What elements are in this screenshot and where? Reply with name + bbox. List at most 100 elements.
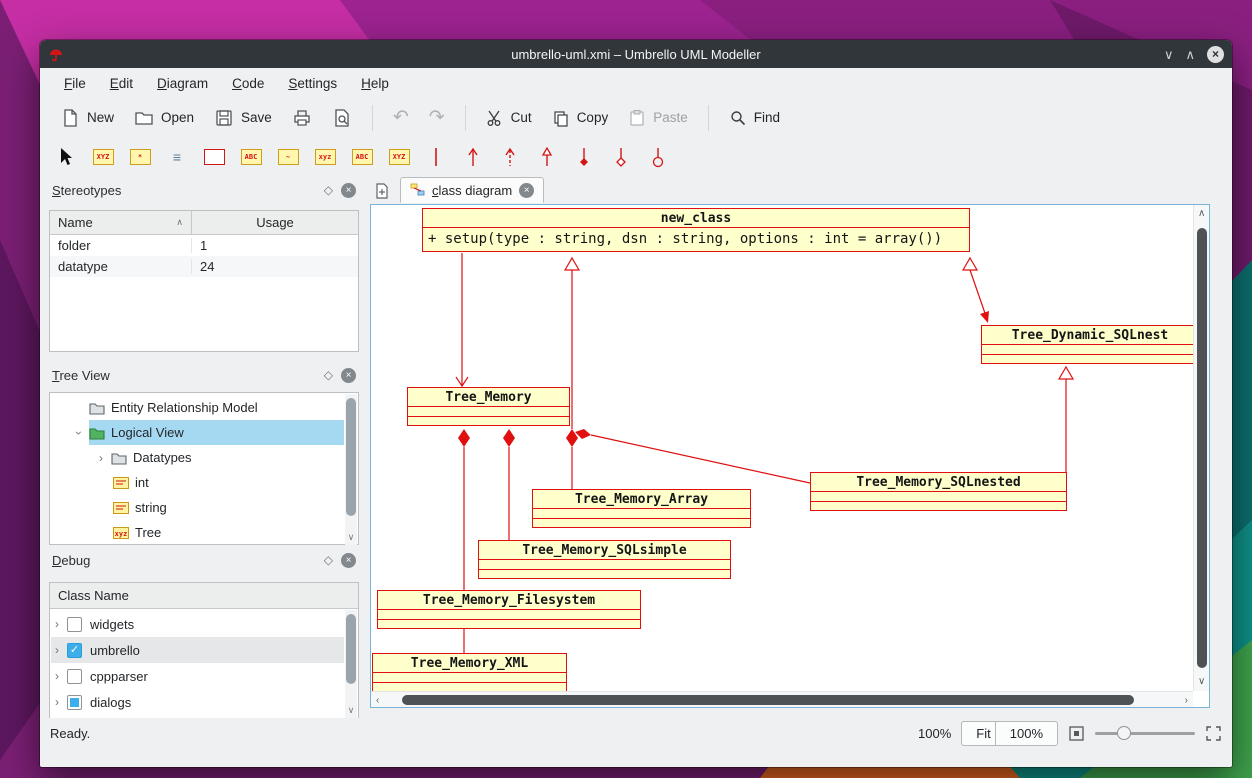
scrollbar-thumb[interactable] (402, 695, 1134, 705)
containment-tool[interactable] (646, 145, 670, 169)
table-row[interactable]: datatype 24 (50, 256, 358, 277)
cut-button[interactable]: Cut (478, 104, 540, 132)
uml-class-tree-dynamic-sqlnest[interactable]: Tree_Dynamic_SQLnest (981, 325, 1193, 364)
copy-button[interactable]: Copy (544, 104, 617, 132)
print-preview-button[interactable] (324, 103, 360, 133)
scrollbar-thumb[interactable] (346, 614, 356, 684)
new-tab-button[interactable] (370, 179, 394, 203)
box-tool[interactable] (202, 145, 226, 169)
fullscreen-icon[interactable] (1205, 725, 1222, 742)
signal-tool[interactable]: ~ (276, 145, 300, 169)
scroll-right-icon[interactable]: › (1185, 696, 1188, 706)
float-panel-icon[interactable]: ◇ (324, 553, 333, 567)
expand-icon[interactable]: › (51, 617, 63, 631)
checkbox-checked[interactable]: ✓ (67, 643, 82, 658)
paste-button[interactable]: Paste (620, 104, 696, 132)
menu-settings[interactable]: Settings (278, 71, 347, 96)
diagram-canvas[interactable]: new_class + setup(type : string, dsn : s… (370, 204, 1210, 708)
zoom-slider[interactable] (1095, 725, 1195, 741)
menu-help[interactable]: Help (351, 71, 399, 96)
debug-item-widgets[interactable]: › widgets (51, 611, 344, 637)
undo-button[interactable]: ↶ (385, 103, 417, 132)
tree-item-datatypes[interactable]: › Datatypes (51, 445, 344, 470)
save-button[interactable]: Save (206, 103, 280, 133)
tab-class-diagram[interactable]: class diagram × (400, 177, 544, 203)
slider-track[interactable] (1095, 732, 1195, 735)
tree-item-tree[interactable]: xyz Tree (51, 520, 344, 545)
menu-diagram[interactable]: Diagram (147, 71, 218, 96)
close-panel-icon[interactable]: × (341, 553, 356, 568)
canvas-horizontal-scrollbar[interactable]: ‹ › (371, 691, 1193, 707)
slider-knob[interactable] (1117, 726, 1131, 740)
uml-class-tree-memory-sqlsimple[interactable]: Tree_Memory_SQLsimple (478, 540, 731, 579)
scroll-left-icon[interactable]: ‹ (376, 696, 379, 706)
tree-item-logical-view[interactable]: › Logical View (51, 420, 344, 445)
debug-item-dialogs[interactable]: › dialogs (51, 689, 344, 715)
dependency-tool[interactable] (498, 145, 522, 169)
float-panel-icon[interactable]: ◇ (324, 368, 333, 382)
text-lines-tool[interactable]: ≡ (165, 145, 189, 169)
uml-class-tree-memory[interactable]: Tree_Memory (407, 387, 570, 426)
enum-tool[interactable]: ABC (350, 145, 374, 169)
aggregation-tool[interactable] (572, 145, 596, 169)
close-panel-icon[interactable]: × (341, 368, 356, 383)
debug-scrollbar[interactable]: ∨ (345, 610, 357, 718)
uml-class-tree-memory-sqlnested[interactable]: Tree_Memory_SQLnested (810, 472, 1067, 511)
new-button[interactable]: New (52, 103, 122, 133)
expand-icon[interactable]: › (95, 451, 107, 465)
pointer-tool[interactable] (54, 145, 78, 169)
menu-edit[interactable]: Edit (100, 71, 143, 96)
menu-code[interactable]: Code (222, 71, 274, 96)
column-header-usage[interactable]: Usage (192, 211, 358, 234)
tree-item-string[interactable]: string (51, 495, 344, 520)
class-tool[interactable]: XYZ (91, 145, 115, 169)
tree-item-int[interactable]: int (51, 470, 344, 495)
shade-icon[interactable]: ∨ (1164, 48, 1174, 61)
tree-view-scrollbar[interactable]: ∨ (345, 394, 357, 545)
canvas-vertical-scrollbar[interactable]: ∧ ∨ (1193, 205, 1209, 691)
association-tool[interactable] (424, 145, 448, 169)
titlebar[interactable]: umbrello-uml.xmi – Umbrello UML Modeller… (40, 40, 1232, 68)
checkbox-unchecked[interactable] (67, 669, 82, 684)
open-button[interactable]: Open (126, 103, 202, 133)
collapse-icon[interactable]: › (72, 427, 86, 439)
scroll-down-icon[interactable]: ∨ (345, 532, 357, 543)
scrollbar-thumb[interactable] (346, 398, 356, 516)
tree-item-entity-relationship-model[interactable]: Entity Relationship Model (51, 395, 344, 420)
print-button[interactable] (284, 103, 320, 133)
debug-item-umbrello[interactable]: › ✓ umbrello (51, 637, 344, 663)
expand-icon[interactable]: › (51, 669, 63, 683)
maximize-icon[interactable]: ∧ (1185, 48, 1195, 61)
uml-class-tree-memory-array[interactable]: Tree_Memory_Array (532, 489, 751, 528)
zoom-level-button[interactable]: 100% (995, 721, 1058, 746)
redo-button[interactable]: ↷ (421, 103, 453, 132)
diagram-viewport[interactable]: new_class + setup(type : string, dsn : s… (371, 205, 1193, 691)
close-panel-icon[interactable]: × (341, 183, 356, 198)
scroll-down-icon[interactable]: ∨ (1198, 677, 1205, 687)
expand-icon[interactable]: › (51, 643, 63, 657)
datatype-tool[interactable]: xyz (313, 145, 337, 169)
table-row[interactable]: folder 1 (50, 235, 358, 256)
find-button[interactable]: Find (721, 104, 788, 132)
uml-class-tree-memory-filesystem[interactable]: Tree_Memory_Filesystem (377, 590, 641, 629)
uml-class-new-class[interactable]: new_class + setup(type : string, dsn : s… (422, 208, 970, 252)
scroll-up-icon[interactable]: ∧ (1198, 209, 1205, 219)
expand-icon[interactable]: › (51, 695, 63, 709)
scrollbar-thumb[interactable] (1197, 228, 1207, 668)
close-tab-icon[interactable]: × (519, 183, 534, 198)
menu-file[interactable]: File (54, 71, 96, 96)
column-header-name[interactable]: Name ∧ (50, 211, 192, 234)
generalization-tool[interactable] (535, 145, 559, 169)
close-icon[interactable]: × (1207, 46, 1224, 63)
interface-tool[interactable]: * (128, 145, 152, 169)
float-panel-icon[interactable]: ◇ (324, 183, 333, 197)
note-tool[interactable]: ABC (239, 145, 263, 169)
checkbox-unchecked[interactable] (67, 617, 82, 632)
scroll-down-icon[interactable]: ∨ (345, 705, 357, 716)
directed-association-tool[interactable] (461, 145, 485, 169)
debug-item-cppparser[interactable]: › cppparser (51, 663, 344, 689)
zoom-fit-icon[interactable] (1068, 725, 1085, 742)
uml-class-tree-memory-xml[interactable]: Tree_Memory_XML (372, 653, 567, 691)
package-tool[interactable]: XYZ (387, 145, 411, 169)
composition-tool[interactable] (609, 145, 633, 169)
